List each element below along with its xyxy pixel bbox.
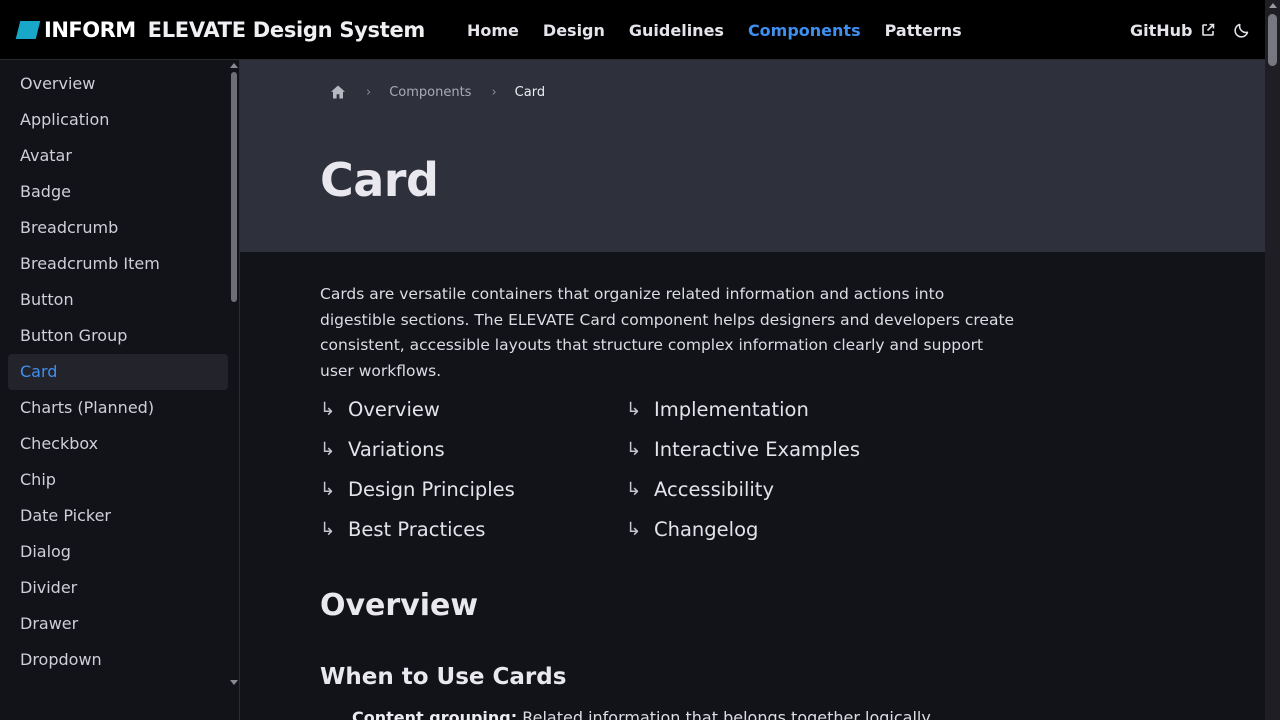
sidebar-item-checkbox[interactable]: Checkbox xyxy=(8,426,228,462)
nav-home[interactable]: Home xyxy=(467,21,519,40)
main-nav: Home Design Guidelines Components Patter… xyxy=(467,0,986,60)
toc-link-implementation[interactable]: ↳ Implementation xyxy=(626,392,809,426)
sidebar-item-card[interactable]: Card xyxy=(8,354,228,390)
list-item: Content grouping: Related information th… xyxy=(352,708,931,720)
toc-link-changelog[interactable]: ↳ Changelog xyxy=(626,512,758,546)
scroll-down-arrow-icon[interactable] xyxy=(230,680,238,685)
toc-label: Best Practices xyxy=(348,517,486,541)
sidebar-item-breadcrumb[interactable]: Breadcrumb xyxy=(8,210,228,246)
nav-design[interactable]: Design xyxy=(543,21,605,40)
page-scroll-thumb[interactable] xyxy=(1268,14,1277,66)
section-heading-overview: Overview xyxy=(320,588,479,623)
breadcrumb-current: Card xyxy=(514,84,546,100)
nav-components[interactable]: Components xyxy=(748,21,861,40)
sidebar-item-chip[interactable]: Chip xyxy=(8,462,228,498)
header-tools: GitHub xyxy=(1130,0,1251,60)
logo-mark xyxy=(15,21,41,39)
page-hero: › Components › Card Card xyxy=(240,60,1265,252)
nav-guidelines[interactable]: Guidelines xyxy=(629,21,724,40)
toc-label: Variations xyxy=(348,437,445,461)
sidebar-item-dialog[interactable]: Dialog xyxy=(8,534,228,570)
main-content: › Components › Card Card Cards are versa… xyxy=(240,60,1265,720)
toc-link-interactive-examples[interactable]: ↳ Interactive Examples xyxy=(626,432,860,466)
sidebar-item-charts[interactable]: Charts (Planned) xyxy=(8,390,228,426)
scroll-up-arrow-icon[interactable] xyxy=(1269,3,1277,8)
toc-label: Implementation xyxy=(654,397,809,421)
sidebar-item-dropdown[interactable]: Dropdown xyxy=(8,642,228,678)
external-link-icon xyxy=(1201,23,1214,36)
return-arrow-icon: ↳ xyxy=(320,518,336,540)
nav-patterns[interactable]: Patterns xyxy=(885,21,962,40)
toc-label: Overview xyxy=(348,397,440,421)
list-item-text: Related information that belongs togethe… xyxy=(517,708,931,720)
logo-wordmark: INFORM xyxy=(44,18,136,42)
sidebar-nav: Overview Application Avatar Badge Breadc… xyxy=(8,66,228,678)
list-item-term: Content grouping: xyxy=(352,708,518,720)
return-arrow-icon: ↳ xyxy=(626,478,642,500)
toc-link-accessibility[interactable]: ↳ Accessibility xyxy=(626,472,774,506)
top-header: INFORM ELEVATE Design System Home Design… xyxy=(0,0,1265,60)
moon-icon xyxy=(1233,23,1248,38)
return-arrow-icon: ↳ xyxy=(320,398,336,420)
sidebar-scrollbar[interactable] xyxy=(229,60,239,690)
sidebar-item-application[interactable]: Application xyxy=(8,102,228,138)
theme-toggle-button[interactable] xyxy=(1233,21,1251,39)
toc-label: Changelog xyxy=(654,517,759,541)
site-title[interactable]: ELEVATE Design System xyxy=(148,18,426,42)
sidebar-item-date-picker[interactable]: Date Picker xyxy=(8,498,228,534)
sidebar-scroll-thumb[interactable] xyxy=(231,72,237,302)
toc-link-design-principles[interactable]: ↳ Design Principles xyxy=(320,472,515,506)
sidebar: Overview Application Avatar Badge Breadc… xyxy=(0,60,240,720)
scroll-up-arrow-icon[interactable] xyxy=(230,63,238,68)
toc-label: Design Principles xyxy=(348,477,515,501)
return-arrow-icon: ↳ xyxy=(626,438,642,460)
breadcrumb-components[interactable]: Components xyxy=(389,85,471,100)
intro-paragraph: Cards are versatile containers that orga… xyxy=(320,285,1015,380)
subheading-when-to-use: When to Use Cards xyxy=(320,664,567,690)
home-icon[interactable] xyxy=(330,84,346,100)
sidebar-item-divider[interactable]: Divider xyxy=(8,570,228,606)
page-title: Card xyxy=(320,153,439,207)
chevron-right-icon: › xyxy=(366,84,372,100)
return-arrow-icon: ↳ xyxy=(626,518,642,540)
chevron-right-icon: › xyxy=(491,84,497,100)
sidebar-item-button-group[interactable]: Button Group xyxy=(8,318,228,354)
sidebar-item-button[interactable]: Button xyxy=(8,282,228,318)
toc-link-best-practices[interactable]: ↳ Best Practices xyxy=(320,512,485,546)
page-scrollbar[interactable] xyxy=(1265,0,1280,720)
toc-label: Accessibility xyxy=(654,477,774,501)
sidebar-item-breadcrumb-item[interactable]: Breadcrumb Item xyxy=(8,246,228,282)
github-link[interactable]: GitHub xyxy=(1130,21,1215,40)
brand[interactable]: INFORM ELEVATE Design System xyxy=(15,0,426,60)
sidebar-item-avatar[interactable]: Avatar xyxy=(8,138,228,174)
sidebar-item-drawer[interactable]: Drawer xyxy=(8,606,228,642)
toc-link-overview[interactable]: ↳ Overview xyxy=(320,392,440,426)
breadcrumb: › Components › Card xyxy=(330,82,545,102)
toc-label: Interactive Examples xyxy=(654,437,860,461)
return-arrow-icon: ↳ xyxy=(320,438,336,460)
return-arrow-icon: ↳ xyxy=(320,478,336,500)
toc-link-variations[interactable]: ↳ Variations xyxy=(320,432,445,466)
github-label: GitHub xyxy=(1130,20,1193,40)
return-arrow-icon: ↳ xyxy=(626,398,642,420)
sidebar-item-overview[interactable]: Overview xyxy=(8,66,228,102)
sidebar-item-badge[interactable]: Badge xyxy=(8,174,228,210)
